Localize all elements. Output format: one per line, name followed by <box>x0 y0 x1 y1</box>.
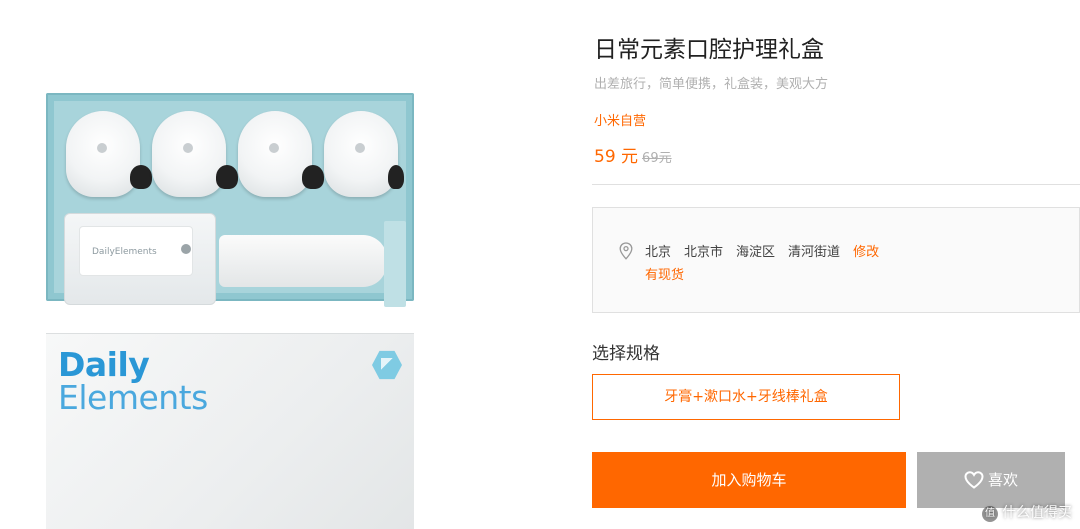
original-price: 69元 <box>642 151 672 166</box>
product-image-tray[interactable]: DailyElements <box>46 93 414 307</box>
pod-logo-icon <box>269 143 279 153</box>
brand-line-1: Daily <box>58 345 150 384</box>
like-button[interactable]: 喜欢 <box>917 452 1065 508</box>
address-street: 清河街道 <box>788 245 841 260</box>
watermark: 值什么值得买 <box>982 502 1072 522</box>
tray-inner: DailyElements <box>54 101 406 307</box>
watermark-text: 什么值得买 <box>1002 505 1072 521</box>
mouthwash-pod <box>152 111 226 197</box>
hexagon-logo-icon <box>372 350 402 380</box>
product-image-box[interactable]: Daily Elements <box>46 333 414 529</box>
spec-section-label: 选择规格 <box>592 344 660 364</box>
pod-slot <box>388 165 404 189</box>
pod-slot <box>216 165 238 189</box>
price-block: 59 元 69元 <box>594 142 672 167</box>
spec-option-giftbox[interactable]: 牙膏+漱口水+牙线棒礼盒 <box>592 374 900 420</box>
product-gallery: DailyElements Daily Elements <box>0 0 470 529</box>
floss-card-label: DailyElements <box>79 226 193 276</box>
current-price: 59 元 <box>594 147 639 167</box>
brand-logo: Daily Elements <box>58 348 208 414</box>
product-subtitle: 出差旅行，简单便携，礼盒装，美观大方 <box>594 77 829 92</box>
heart-icon <box>964 471 984 489</box>
address-district: 海淀区 <box>736 245 776 260</box>
address-province: 北京 <box>645 245 672 260</box>
address-line: 北京 北京市 海淀区 清河街道 修改 <box>645 241 892 260</box>
floss-box: DailyElements <box>64 213 216 305</box>
edit-address-link[interactable]: 修改 <box>853 245 879 260</box>
floss-logo-icon <box>181 244 191 254</box>
pod-slot <box>130 165 152 189</box>
mouthwash-pod <box>324 111 398 197</box>
delivery-address-box: 北京 北京市 海淀区 清河街道 修改 有现货 <box>592 207 1080 313</box>
toothpaste-tube <box>219 235 387 287</box>
seller-badge: 小米自营 <box>594 114 647 129</box>
tray-divider <box>384 221 406 307</box>
product-info: 日常元素口腔护理礼盒 出差旅行，简单便携，礼盒装，美观大方 小米自营 59 元6… <box>592 0 1080 528</box>
address-city: 北京市 <box>684 245 724 260</box>
like-label: 喜欢 <box>987 471 1018 489</box>
add-to-cart-button[interactable]: 加入购物车 <box>592 452 906 508</box>
divider <box>592 184 1080 185</box>
stock-status: 有现货 <box>645 268 685 283</box>
location-pin-icon <box>619 242 633 260</box>
watermark-badge: 值 <box>982 506 998 522</box>
product-title: 日常元素口腔护理礼盒 <box>594 37 824 63</box>
mouthwash-pod <box>238 111 312 197</box>
mouthwash-pod <box>66 111 140 197</box>
pod-logo-icon <box>183 143 193 153</box>
brand-line-2: Elements <box>58 378 208 417</box>
pod-logo-icon <box>97 143 107 153</box>
pod-logo-icon <box>355 143 365 153</box>
pod-slot <box>302 165 324 189</box>
